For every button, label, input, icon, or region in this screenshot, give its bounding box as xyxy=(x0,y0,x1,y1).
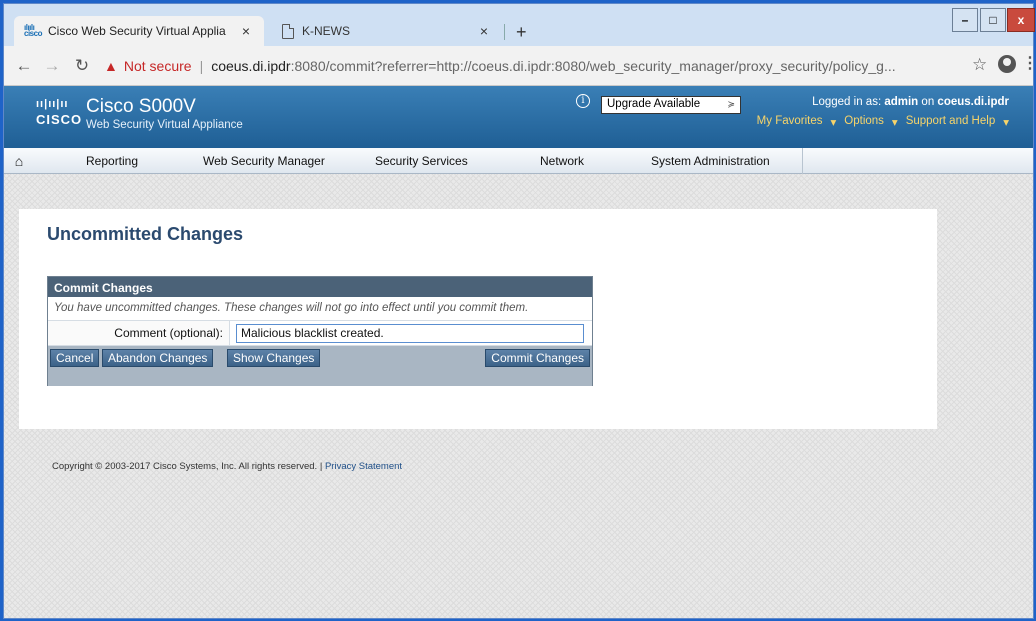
maximize-button[interactable]: □ xyxy=(980,8,1006,32)
login-prefix: Logged in as: xyxy=(812,96,882,108)
options-link[interactable]: Options xyxy=(844,115,884,129)
reload-icon[interactable]: ↻ xyxy=(72,56,92,76)
upgrade-select-value: Upgrade Available xyxy=(607,98,701,110)
content-panel: Uncommitted Changes Commit Changes You h… xyxy=(19,209,937,429)
chevron-down-icon: ≽ xyxy=(727,99,735,109)
main-nav: ⌂ Reporting Web Security Manager Securit… xyxy=(4,148,1033,174)
close-window-button[interactable]: x xyxy=(1007,8,1035,32)
forward-arrow-icon[interactable]: → xyxy=(42,56,62,76)
address-bar[interactable]: ▲ Not secure | coeus.di.ipdr:8080/commit… xyxy=(104,53,964,79)
bookmark-star-icon[interactable]: ☆ xyxy=(972,55,987,75)
footer-separator: | xyxy=(319,461,323,472)
nav-reporting[interactable]: Reporting xyxy=(86,154,138,168)
comment-row: Comment (optional): xyxy=(48,321,592,346)
url-host: coeus.di.ipdr xyxy=(211,58,291,74)
minimize-button[interactable]: – xyxy=(952,8,978,32)
page-title: Uncommitted Changes xyxy=(47,224,244,244)
dropdown-caret-icon: ▾ xyxy=(830,117,837,129)
page-viewport: ıı|ıı|ıı CISCO Cisco S000V Web Security … xyxy=(4,86,1033,618)
login-status: Logged in as: admin on coeus.di.ipdr xyxy=(812,96,1009,108)
browser-window: ılıılı cisco Cisco Web Security Virtual A… xyxy=(3,3,1036,619)
login-host: coeus.di.ipdr xyxy=(937,96,1009,108)
commit-note: You have uncommitted changes. These chan… xyxy=(48,297,592,321)
comment-label: Comment (optional): xyxy=(48,321,230,345)
browser-toolbar: ← → ↻ ▲ Not secure | coeus.di.ipdr:8080/… xyxy=(4,46,1036,86)
commit-changes-button[interactable]: Commit Changes xyxy=(485,349,590,367)
footer: Copyright © 2003-2017 Cisco Systems, Inc… xyxy=(52,461,402,472)
commit-box-heading: Commit Changes xyxy=(48,277,592,297)
comment-input[interactable] xyxy=(236,323,584,343)
tab-divider xyxy=(504,24,505,40)
commit-changes-box: Commit Changes You have uncommitted chan… xyxy=(47,276,593,386)
tab-title: Cisco Web Security Virtual Applia xyxy=(48,24,226,38)
url-path: :8080/commit?referrer=http://coeus.di.ip… xyxy=(290,58,896,74)
tab-cisco-wsa[interactable]: ılıılı cisco Cisco Web Security Virtual A… xyxy=(14,16,264,46)
back-arrow-icon[interactable]: ← xyxy=(14,56,34,76)
abandon-changes-button[interactable]: Abandon Changes xyxy=(102,349,214,367)
login-on: on xyxy=(921,96,935,108)
info-icon[interactable]: i xyxy=(576,94,590,108)
new-tab-button[interactable]: + xyxy=(516,22,527,43)
logo-word: CISCO xyxy=(36,112,83,127)
cancel-button[interactable]: Cancel xyxy=(50,349,100,367)
top-links: My Favorites ▾ Options ▾ Support and Hel… xyxy=(757,115,1009,129)
product-name: Cisco S000V xyxy=(86,96,196,117)
button-bar: Cancel Abandon Changes Show Changes Comm… xyxy=(48,346,592,386)
copyright-text: Copyright © 2003-2017 Cisco Systems, Inc… xyxy=(52,461,318,472)
show-changes-button[interactable]: Show Changes xyxy=(227,349,321,367)
my-favorites-link[interactable]: My Favorites xyxy=(757,115,823,129)
nav-security-services[interactable]: Security Services xyxy=(375,154,468,168)
profile-avatar-icon[interactable] xyxy=(998,55,1016,73)
product-subtitle: Web Security Virtual Appliance xyxy=(86,119,243,131)
nav-web-security-manager[interactable]: Web Security Manager xyxy=(203,154,325,168)
cisco-bars-icon: ıı|ıı|ıı xyxy=(36,98,69,110)
cisco-favicon-icon: ılıılı cisco xyxy=(24,23,42,38)
privacy-statement-link[interactable]: Privacy Statement xyxy=(325,461,402,472)
nav-network[interactable]: Network xyxy=(540,154,584,168)
dropdown-caret-icon: ▾ xyxy=(891,117,898,129)
login-user: admin xyxy=(884,96,919,108)
url-separator: | xyxy=(199,58,204,74)
tab-k-news[interactable]: K-NEWS × xyxy=(272,16,502,46)
tab-strip: ılıılı cisco Cisco Web Security Virtual A… xyxy=(4,4,1035,46)
page-icon xyxy=(282,23,294,39)
cisco-logo: ıı|ıı|ıı CISCO xyxy=(36,98,82,127)
kebab-menu-icon[interactable]: ⋮ xyxy=(1022,53,1036,73)
tab-close-icon[interactable]: × xyxy=(238,23,254,39)
tab-close-icon[interactable]: × xyxy=(476,23,492,39)
support-help-link[interactable]: Support and Help xyxy=(906,115,996,129)
dropdown-caret-icon: ▾ xyxy=(1003,117,1009,129)
security-label[interactable]: Not secure xyxy=(124,58,192,74)
upgrade-select[interactable]: Upgrade Available ≽ xyxy=(601,96,741,114)
warning-icon: ▲ xyxy=(104,58,118,74)
app-header: ıı|ıı|ıı CISCO Cisco S000V Web Security … xyxy=(4,86,1033,148)
nav-divider xyxy=(802,148,803,174)
nav-system-administration[interactable]: System Administration xyxy=(651,154,770,168)
tab-title: K-NEWS xyxy=(302,24,350,38)
home-icon[interactable]: ⌂ xyxy=(4,153,34,169)
